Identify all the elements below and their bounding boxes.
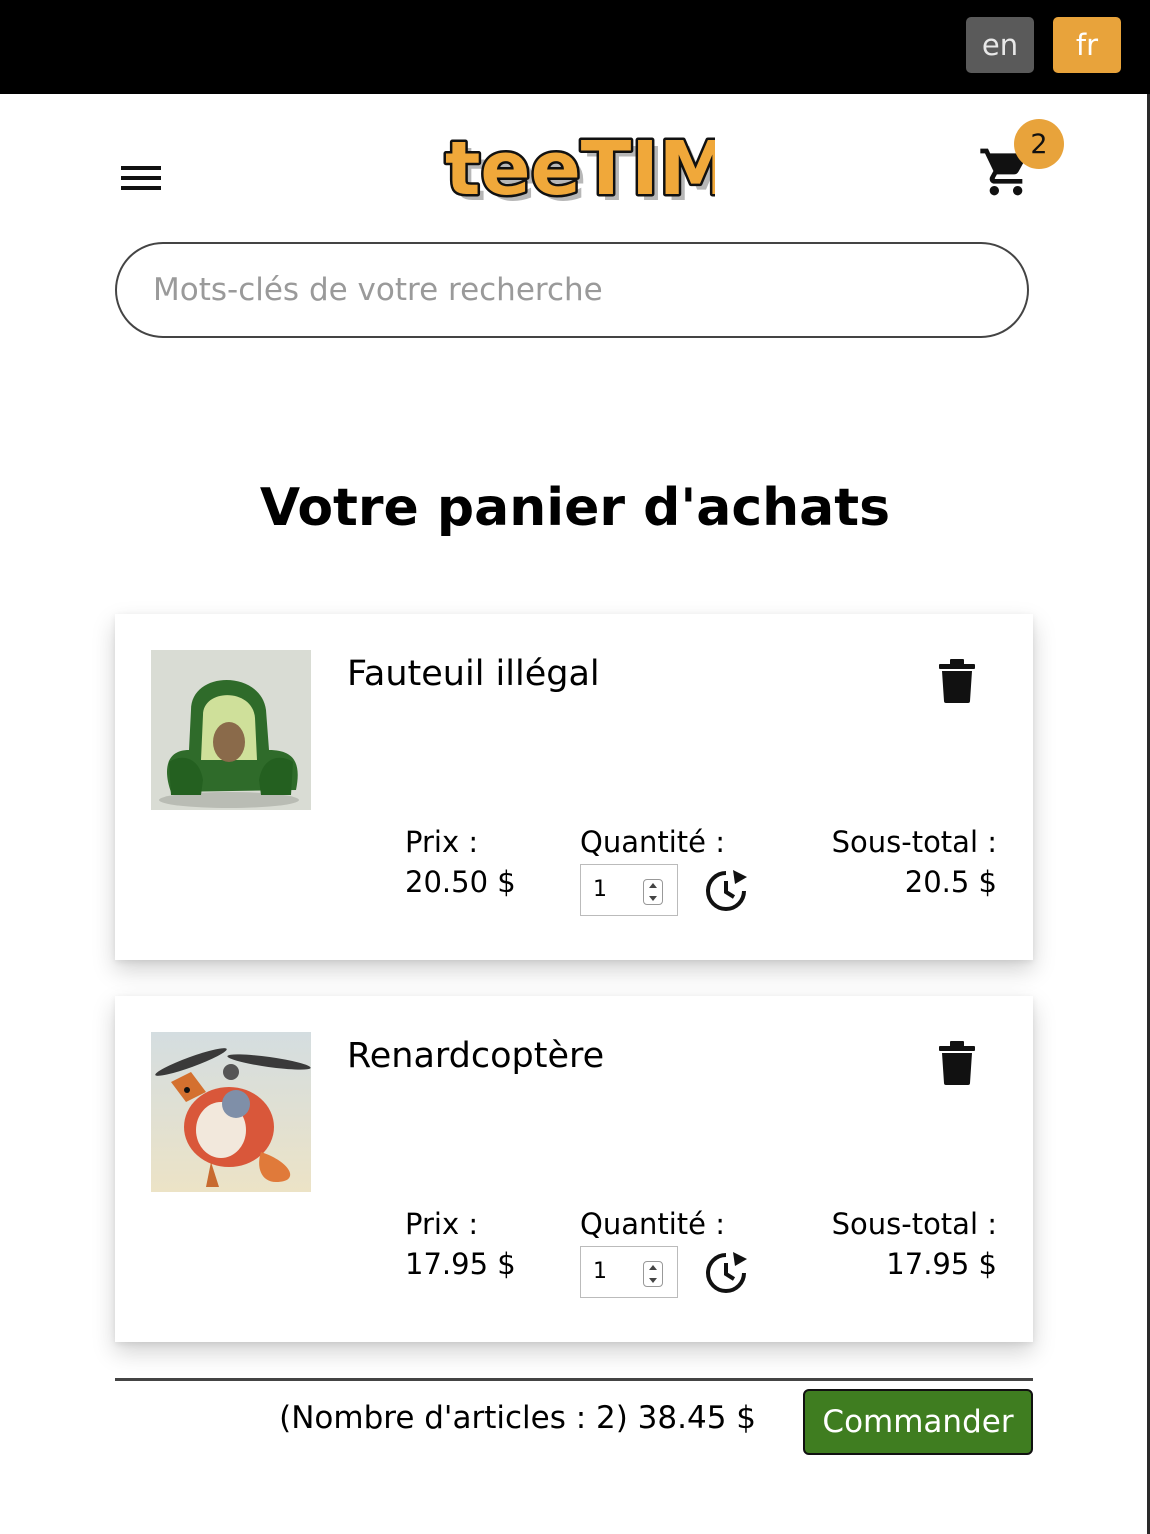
search-input[interactable] — [115, 242, 1029, 338]
language-fr-button[interactable]: fr — [1053, 17, 1121, 73]
cart-count-badge: 2 — [1014, 119, 1064, 169]
product-image-avocado-armchair[interactable] — [151, 650, 311, 810]
product-image-fox-helicopter[interactable] — [151, 1032, 311, 1192]
quantity-stepper[interactable]: 1 — [580, 1246, 678, 1298]
top-bar: en fr — [0, 0, 1150, 94]
page-title: Votre panier d'achats — [259, 478, 891, 538]
spinner-arrows-icon[interactable] — [643, 1261, 663, 1287]
spinner-arrows-icon[interactable] — [643, 879, 663, 905]
language-en-button[interactable]: en — [966, 17, 1034, 73]
cart-item: Renardcoptère Prix : 17.95 $ Quantité : … — [115, 996, 1033, 1342]
price-value: 17.95 $ — [405, 1247, 516, 1281]
restore-icon[interactable] — [703, 868, 749, 914]
quantity-value: 1 — [593, 877, 607, 902]
order-button[interactable]: Commander — [803, 1389, 1033, 1455]
logo-text: teeTIM — [445, 126, 715, 212]
price-value: 20.50 $ — [405, 865, 516, 899]
product-name[interactable]: Fauteuil illégal — [347, 654, 600, 694]
quantity-label: Quantité : — [580, 825, 725, 859]
price-label: Prix : — [405, 1207, 479, 1241]
subtotal-value: 17.95 $ — [886, 1247, 997, 1281]
trash-icon[interactable] — [937, 1040, 977, 1086]
price-label: Prix : — [405, 825, 479, 859]
restore-icon[interactable] — [703, 1250, 749, 1296]
subtotal-value: 20.5 $ — [904, 865, 997, 899]
teetim-logo[interactable]: teeTIM teeTIM — [437, 122, 716, 219]
subtotal-label: Sous-total : — [831, 1207, 997, 1241]
menu-icon[interactable] — [118, 160, 164, 196]
trash-icon[interactable] — [937, 658, 977, 704]
cart-item: Fauteuil illégal Prix : 20.50 $ Quantité… — [115, 614, 1033, 960]
summary-divider — [115, 1378, 1033, 1381]
product-name[interactable]: Renardcoptère — [347, 1036, 604, 1076]
quantity-value: 1 — [593, 1259, 607, 1284]
quantity-stepper[interactable]: 1 — [580, 864, 678, 916]
quantity-label: Quantité : — [580, 1207, 725, 1241]
cart-total: (Nombre d'articles : 2) 38.45 $ — [279, 1400, 756, 1436]
subtotal-label: Sous-total : — [831, 825, 997, 859]
